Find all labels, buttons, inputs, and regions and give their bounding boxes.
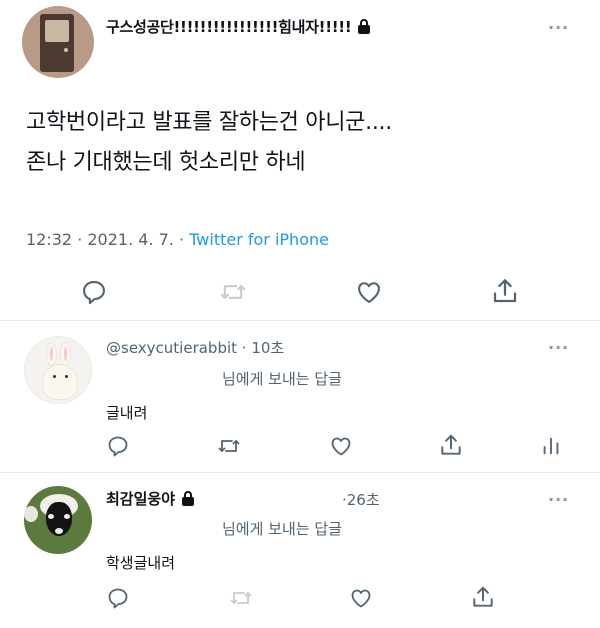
display-name[interactable]: 최감일웅야	[106, 488, 195, 509]
reply-text: 글내려	[106, 404, 148, 422]
tweet-meta: 12:32 · 2021. 4. 7. · Twitter for iPhone	[26, 230, 329, 249]
tweet-text: 고학번이라고 발표를 잘하는건 아니군.... 존나 기대했는데 헛소리만 하네	[26, 103, 392, 183]
display-name-text: 최감일웅야	[106, 490, 176, 508]
display-name-text: 구스성공단!!!!!!!!!!!!!!!!힘내자!!!!!	[106, 18, 352, 36]
lock-icon	[357, 19, 371, 34]
share-icon[interactable]	[490, 276, 520, 306]
rabbit-plush-image	[43, 365, 77, 399]
reply-text: 학생글내려	[106, 554, 176, 572]
lock-icon	[181, 491, 195, 506]
avatar[interactable]	[24, 336, 92, 404]
reply-icon[interactable]	[106, 434, 130, 458]
retweet-icon	[218, 278, 248, 306]
reply-header: @sexycutierabbit · 10초	[106, 339, 285, 357]
tweet-date[interactable]: 2021. 4. 7.	[87, 230, 174, 249]
divider	[0, 320, 600, 321]
reply-time[interactable]: ·26초	[342, 489, 380, 510]
more-options-icon[interactable]: ···	[548, 490, 569, 509]
tweet-actions	[0, 268, 600, 312]
share-icon[interactable]	[438, 432, 464, 458]
analytics-icon[interactable]	[540, 434, 562, 458]
more-options-icon[interactable]: ···	[548, 18, 569, 37]
tweet-text-line: 고학번이라고 발표를 잘하는건 아니군....	[26, 110, 392, 135]
tweet-source[interactable]: Twitter for iPhone	[189, 230, 329, 249]
retweet-icon	[228, 586, 254, 610]
divider	[0, 472, 600, 473]
like-icon[interactable]	[354, 278, 384, 306]
retweet-icon[interactable]	[216, 434, 242, 458]
reply-tweet[interactable]: @sexycutierabbit · 10초 ··· 님에게 보내는 답글 글내…	[0, 322, 600, 472]
like-icon[interactable]	[348, 586, 374, 610]
avatar[interactable]	[24, 486, 92, 554]
reply-icon[interactable]	[106, 586, 130, 610]
replying-to: 님에게 보내는 답글	[222, 370, 342, 388]
reply-icon[interactable]	[80, 278, 108, 306]
tweet-time[interactable]: 12:32	[26, 230, 72, 249]
user-handle[interactable]: @sexycutierabbit	[106, 339, 237, 357]
replying-to: 님에게 보내는 답글	[222, 520, 342, 538]
main-tweet: 구스성공단!!!!!!!!!!!!!!!!힘내자!!!!! ··· 고학번이라고…	[0, 0, 600, 318]
more-options-icon[interactable]: ···	[548, 338, 569, 357]
reply-tweet[interactable]: 최감일웅야 ·26초 ··· 님에게 보내는 답글 학생글내려	[0, 474, 600, 628]
reply-actions	[0, 582, 600, 618]
share-icon[interactable]	[470, 584, 496, 610]
display-name[interactable]: 구스성공단!!!!!!!!!!!!!!!!힘내자!!!!!	[106, 16, 371, 37]
tweet-text-line: 존나 기대했는데 헛소리만 하네	[26, 150, 306, 175]
avatar[interactable]	[22, 6, 94, 78]
reply-time[interactable]: 10초	[251, 339, 284, 357]
like-icon[interactable]	[328, 434, 354, 458]
reply-actions	[0, 430, 600, 466]
